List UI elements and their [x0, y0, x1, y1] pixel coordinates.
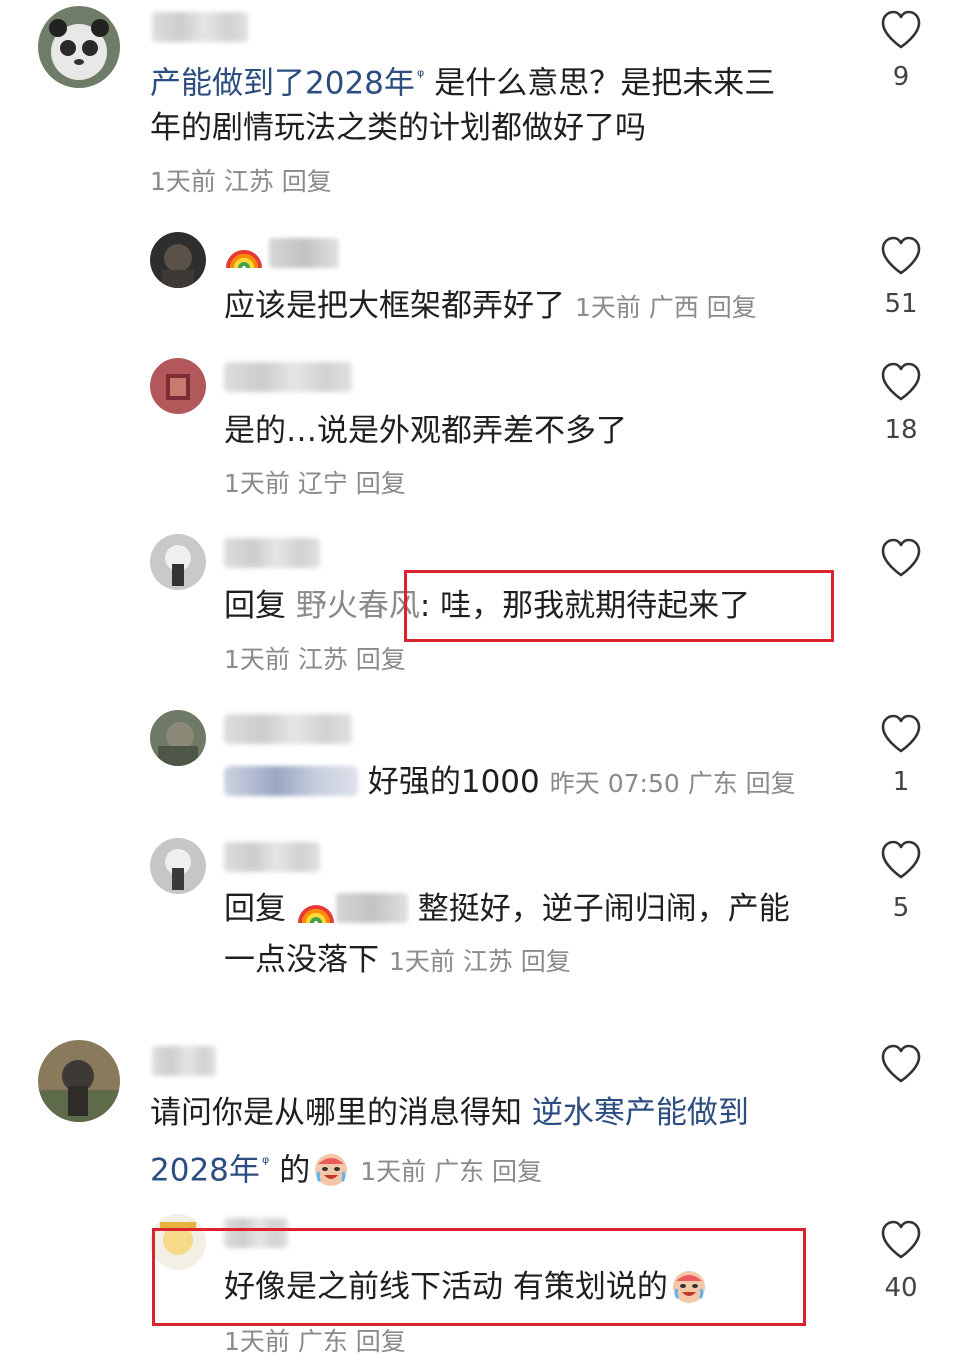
heart-icon[interactable] — [880, 1044, 922, 1084]
comment-text-part: 请问你是从哪里的消息得知 — [150, 1095, 522, 1131]
comment-text-part: 整挺好，逆子闹归闹，产能 — [417, 891, 790, 927]
comment-text: 请问你是从哪里的消息得知 逆水寒产能做到 — [150, 1088, 749, 1138]
avatar[interactable] — [38, 6, 120, 88]
comment-text: 产能做到了2028年 ᵠ 是什么意思？是把未来三 — [150, 52, 775, 108]
username-blurred[interactable] — [224, 714, 352, 744]
heart-icon[interactable] — [880, 236, 922, 276]
username-blurred[interactable] — [224, 362, 352, 392]
avatar[interactable] — [150, 710, 206, 766]
quoted-user-blurred[interactable] — [224, 766, 358, 796]
comment-meta[interactable]: 1天前 广东 回复 — [360, 1157, 542, 1186]
comment-text: 应该是把大框架都弄好了 1天前 广西 回复 — [224, 281, 757, 333]
username-blurred[interactable] — [269, 238, 340, 268]
comment-meta[interactable]: 昨天 07:50 广东 回复 — [550, 769, 796, 798]
comment-meta[interactable]: 1天前 广西 回复 — [575, 293, 757, 322]
comment-meta[interactable]: 1天前 江苏 回复 — [224, 642, 406, 678]
comment-text-line2: 2028年 ᵠ 的 1天前 广东 回复 — [150, 1139, 542, 1197]
comment-text-line2: 一点没落下 1天前 江苏 回复 — [224, 935, 571, 987]
username-blurred[interactable] — [224, 842, 320, 872]
reply-prefix: 回复 — [224, 588, 286, 624]
comment-meta[interactable]: 1天前 辽宁 回复 — [224, 466, 406, 502]
heart-icon[interactable] — [880, 840, 922, 880]
reply-target[interactable]: 野火春风 — [296, 588, 420, 624]
heart-icon[interactable] — [880, 10, 922, 50]
like-count: 5 — [892, 893, 910, 923]
comment-meta[interactable]: 1天前 广东 回复 — [224, 1324, 406, 1360]
heart-icon[interactable] — [880, 1220, 922, 1260]
search-mark-icon[interactable]: ᵠ — [262, 1153, 269, 1174]
heart-icon[interactable] — [880, 714, 922, 754]
avatar[interactable] — [150, 838, 206, 894]
comment-text-line2: 年的剧情玩法之类的计划都做好了吗 — [150, 110, 646, 146]
highlight-box — [152, 1228, 806, 1326]
username-blurred[interactable] — [152, 12, 248, 42]
rainbow-icon — [226, 250, 262, 269]
comment-text: 好强的1000 昨天 07:50 广东 回复 — [224, 757, 796, 809]
heart-icon[interactable] — [880, 538, 922, 578]
avatar[interactable] — [150, 534, 206, 590]
search-mark-icon[interactable]: ᵠ — [417, 66, 424, 87]
username-row[interactable] — [224, 236, 340, 270]
like-count: 1 — [892, 767, 910, 797]
comment-text: 回复 整挺好，逆子闹归闹，产能 — [224, 884, 790, 934]
comment-meta[interactable]: 1天前 江苏 回复 — [389, 947, 571, 976]
avatar[interactable] — [38, 1040, 120, 1122]
comment-text: 是的…说是外观都弄差不多了 — [224, 413, 627, 449]
search-link[interactable]: 产能做到了2028年 — [150, 65, 415, 101]
like-count: 51 — [884, 289, 918, 319]
reply-prefix: 回复 — [224, 891, 286, 927]
heart-icon[interactable] — [880, 362, 922, 402]
search-link[interactable]: 2028年 — [150, 1152, 260, 1188]
comment-text-part: 是什么意思？是把未来三 — [434, 65, 776, 102]
avatar[interactable] — [150, 358, 206, 414]
like-count: 18 — [884, 415, 918, 445]
search-link[interactable]: 逆水寒产能做到 — [532, 1095, 749, 1131]
like-count: 40 — [884, 1273, 918, 1303]
comment-meta[interactable]: 1天前 江苏 回复 — [150, 164, 332, 200]
rainbow-icon — [297, 905, 334, 924]
comment-text-part: 应该是把大框架都弄好了 — [224, 288, 565, 324]
username-blurred[interactable] — [152, 1046, 216, 1076]
comment-text-part: 好强的1000 — [367, 764, 540, 800]
comment-text-part: 的 — [279, 1152, 311, 1189]
laugh-cry-emoji-icon — [315, 1154, 348, 1187]
like-count: 9 — [892, 62, 910, 92]
quoted-user-blurred[interactable] — [335, 893, 408, 923]
avatar[interactable] — [150, 232, 206, 288]
comment-text-part: 一点没落下 — [224, 942, 379, 978]
username-blurred[interactable] — [224, 538, 320, 568]
highlight-box — [404, 570, 834, 642]
